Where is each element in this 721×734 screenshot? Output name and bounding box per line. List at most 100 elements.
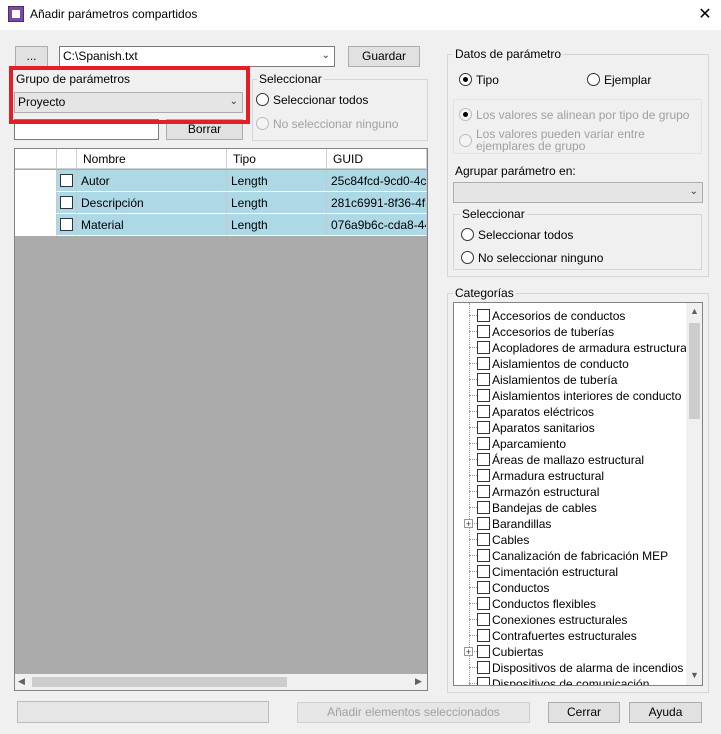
category-item[interactable]: Cables	[492, 532, 529, 548]
row-name: Autor	[77, 170, 227, 192]
category-checkbox[interactable]	[477, 501, 490, 514]
category-checkbox[interactable]	[477, 517, 490, 530]
row-checkbox[interactable]	[60, 196, 73, 209]
window-title: Añadir parámetros compartidos	[30, 7, 198, 21]
category-checkbox[interactable]	[477, 597, 490, 610]
table-row[interactable]: Material Length 076a9b6c-cda8-44ea	[15, 214, 427, 236]
category-checkbox[interactable]	[477, 565, 490, 578]
right-select-legend: Seleccionar	[460, 207, 527, 221]
category-checkbox[interactable]	[477, 453, 490, 466]
tree-branch-line	[469, 667, 477, 668]
category-item[interactable]: Aparatos sanitarios	[492, 420, 595, 436]
scroll-left-icon[interactable]: ◀	[18, 676, 25, 687]
category-checkbox[interactable]	[477, 613, 490, 626]
group-under-select[interactable]: ⌄	[453, 182, 703, 203]
right-select-all-radio[interactable]	[461, 228, 474, 241]
tree-branch-line	[469, 587, 477, 588]
column-header-type[interactable]: Tipo	[227, 149, 327, 169]
category-checkbox[interactable]	[477, 437, 490, 450]
category-item[interactable]: Conexiones estructurales	[492, 612, 627, 628]
category-item[interactable]: Cubiertas	[492, 644, 543, 660]
category-item[interactable]: Aparcamiento	[492, 436, 566, 452]
tree-branch-line	[469, 603, 477, 604]
category-checkbox[interactable]	[477, 581, 490, 594]
table-row[interactable]: Descripción Length 281c6991-8f36-4f34-	[15, 192, 427, 214]
category-checkbox[interactable]	[477, 645, 490, 658]
type-radio[interactable]	[459, 73, 472, 86]
category-checkbox[interactable]	[477, 485, 490, 498]
align-radio-label: Los valores se alinean por tipo de grupo	[476, 108, 690, 122]
category-checkbox[interactable]	[477, 389, 490, 402]
table-row[interactable]: Autor Length 25c84fcd-9cd0-4cfa-	[15, 170, 427, 192]
category-item[interactable]: Acopladores de armadura estructural	[492, 340, 689, 356]
column-header-guid[interactable]: GUID	[327, 149, 427, 169]
instance-radio-label: Ejemplar	[604, 73, 652, 87]
scroll-up-icon[interactable]: ▲	[690, 306, 699, 316]
category-item[interactable]: Bandejas de cables	[492, 500, 597, 516]
category-checkbox[interactable]	[477, 629, 490, 642]
browse-button[interactable]: ...	[15, 46, 48, 67]
category-item[interactable]: Barandillas	[492, 516, 551, 532]
right-select-none-radio[interactable]	[461, 251, 474, 264]
grid-horizontal-scrollbar[interactable]: ◀ ▶	[15, 674, 427, 690]
category-checkbox[interactable]	[477, 405, 490, 418]
category-item[interactable]: Accesorios de conductos	[492, 308, 625, 324]
category-item[interactable]: Conductos	[492, 580, 549, 596]
category-checkbox[interactable]	[477, 373, 490, 386]
left-select-none-radio[interactable]	[256, 117, 269, 130]
save-button[interactable]: Guardar	[348, 46, 420, 67]
category-item[interactable]: Dispositivos de comunicación	[492, 676, 649, 685]
close-button[interactable]: Cerrar	[548, 702, 620, 723]
category-checkbox[interactable]	[477, 309, 490, 322]
row-checkbox[interactable]	[60, 218, 73, 231]
row-header	[15, 214, 57, 236]
category-checkbox[interactable]	[477, 549, 490, 562]
scroll-down-icon[interactable]: ▼	[690, 670, 699, 680]
category-item[interactable]: Aislamientos interiores de conducto	[492, 388, 681, 404]
category-checkbox[interactable]	[477, 325, 490, 338]
category-item[interactable]: Accesorios de tuberías	[492, 324, 614, 340]
grid-header-blank	[15, 149, 57, 169]
align-radio[interactable]	[459, 108, 472, 121]
category-item[interactable]: Canalización de fabricación MEP	[492, 548, 668, 564]
file-path-combo[interactable]: C:\Spanish.txt ⌄	[59, 46, 335, 67]
row-checkbox[interactable]	[60, 174, 73, 187]
grid-scroll-thumb[interactable]	[32, 677, 287, 687]
scroll-right-icon[interactable]: ▶	[415, 676, 422, 687]
category-checkbox[interactable]	[477, 533, 490, 546]
category-item[interactable]: Contrafuertes estructurales	[492, 628, 637, 644]
category-checkbox[interactable]	[477, 661, 490, 674]
categories-scrollbar[interactable]: ▲ ▼	[686, 303, 702, 685]
column-header-name[interactable]: Nombre	[77, 149, 227, 169]
parameters-grid: Nombre Tipo GUID Autor Length 25c84fcd-9…	[14, 148, 428, 691]
expand-icon[interactable]: +	[464, 647, 473, 657]
category-item[interactable]: Conductos flexibles	[492, 596, 596, 612]
category-item[interactable]: Armadura estructural	[492, 468, 604, 484]
category-item[interactable]: Aparatos eléctricos	[492, 404, 594, 420]
category-checkbox[interactable]	[477, 469, 490, 482]
title-bar: Añadir parámetros compartidos ✕	[0, 0, 721, 30]
row-check-cell	[57, 214, 77, 236]
categories-scroll-thumb[interactable]	[689, 323, 700, 419]
category-checkbox[interactable]	[477, 677, 490, 685]
tree-branch-line	[469, 443, 477, 444]
category-item[interactable]: Cimentación estructural	[492, 564, 618, 580]
help-button[interactable]: Ayuda	[629, 702, 702, 723]
category-checkbox[interactable]	[477, 421, 490, 434]
category-checkbox[interactable]	[477, 357, 490, 370]
category-item[interactable]: Dispositivos de alarma de incendios	[492, 660, 683, 676]
vary-radio[interactable]	[459, 134, 472, 147]
category-item[interactable]: Aislamientos de tubería	[492, 372, 617, 388]
category-item[interactable]: Armazón estructural	[492, 484, 599, 500]
category-item[interactable]: Aislamientos de conducto	[492, 356, 629, 372]
tree-branch-line	[469, 475, 477, 476]
add-selected-button[interactable]: Añadir elementos seleccionados	[297, 702, 530, 723]
app-icon	[8, 6, 24, 22]
tree-branch-line	[469, 363, 477, 364]
close-icon[interactable]: ✕	[695, 4, 715, 24]
left-select-all-radio[interactable]	[256, 93, 269, 106]
expand-icon[interactable]: +	[464, 519, 473, 529]
instance-radio[interactable]	[587, 73, 600, 86]
category-item[interactable]: Áreas de mallazo estructural	[492, 452, 644, 468]
category-checkbox[interactable]	[477, 341, 490, 354]
